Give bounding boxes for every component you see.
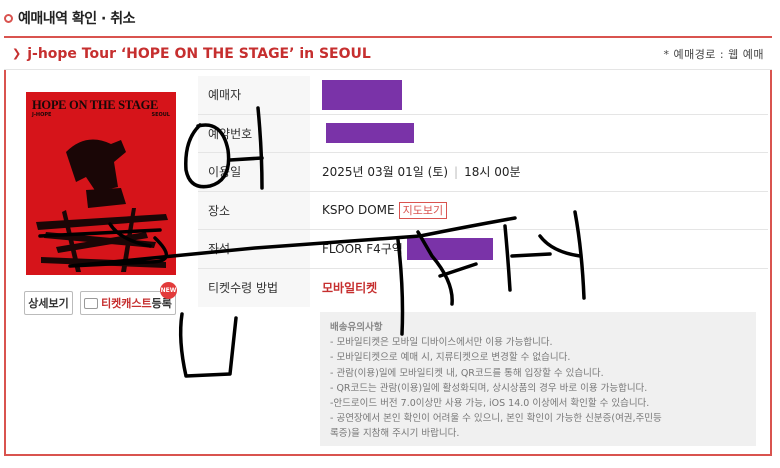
divider: | <box>454 164 459 179</box>
booking-route: * 예매경로 : 웹 예매 <box>663 47 764 61</box>
page-title: 예매내역 확인 · 취소 <box>4 6 135 30</box>
performance-time: 18시 00분 <box>464 165 521 180</box>
table-row: 이용일 2025년 03월 01일 (토) | 18시 00분 <box>198 153 768 192</box>
booking-info-table: 예매자 예약번호 이용일 2025년 03월 01일 (토) | 18시 00분… <box>198 76 768 307</box>
table-row: 티켓수령 방법 모바일티켓 <box>198 268 768 307</box>
performance-date: 2025년 03월 01일 (토) <box>322 165 449 180</box>
table-row: 예매자 <box>198 76 768 115</box>
chevron-right-icon: ❯ <box>12 47 22 60</box>
notice-item: -안드로이드 버전 7.0이상만 사용 가능, iOS 14.0 이상에서 확인… <box>330 398 650 410</box>
delivery-notice: 배송유의사항 - 모바일티켓은 모바일 디바이스에서만 이용 가능합니다. - … <box>320 312 756 446</box>
redacted-reservation-number <box>326 123 414 144</box>
venue-name: KSPO DOME <box>322 203 395 218</box>
poster-image: HOPE ON THE STAGE J-HOPE SEOUL <box>26 92 176 275</box>
row-label: 이용일 <box>198 153 310 191</box>
table-row: 예약번호 <box>198 114 768 153</box>
map-view-link[interactable]: 지도보기 <box>398 201 448 219</box>
row-label: 예약번호 <box>198 114 310 152</box>
notice-title: 배송유의사항 <box>330 322 383 333</box>
redacted-seat <box>406 237 493 260</box>
row-label: 티켓수령 방법 <box>198 268 310 307</box>
notice-item: - 모바일티켓으로 예매 시, 지류티켓으로 변경할 수 없습니다. <box>330 352 571 364</box>
notice-item: - 모바일티켓은 모바일 디바이스에서만 이용 가능합니다. <box>330 337 553 349</box>
performance-title: j-hope Tour ‘HOPE ON THE STAGE’ in SEOUL <box>27 45 371 62</box>
row-label: 예매자 <box>198 76 310 114</box>
notice-item: - 관람(이용)일에 모바일티켓 내, QR코드를 통해 입장할 수 있습니다. <box>330 367 604 379</box>
notice-item: - QR코드는 관람(이용)일에 활성화되며, 상시상품의 경우 바로 이용 가… <box>330 382 648 394</box>
ticketcast-icon <box>84 297 99 309</box>
seat-info: FLOOR F4구역 <box>322 242 403 257</box>
delivery-method: 모바일티켓 <box>322 281 378 296</box>
poster-artwork <box>36 139 168 272</box>
notice-item: - 공연장에서 본인 확인이 어려울 수 있으니, 본인 확인이 가능한 신분증… <box>330 413 662 425</box>
table-row: 장소 KSPO DOME 지도보기 <box>198 191 768 230</box>
new-badge: NEW <box>160 282 177 299</box>
table-row: 좌석 FLOOR F4구역 <box>198 230 768 269</box>
ticketcast-label: 티켓캐스트 <box>101 297 152 310</box>
redacted-name <box>322 79 402 110</box>
bullet-icon <box>4 13 13 23</box>
page-title-text: 예매내역 확인 · 취소 <box>18 11 135 27</box>
row-label: 장소 <box>198 191 310 229</box>
performance-title-bar: ❯ j-hope Tour ‘HOPE ON THE STAGE’ in SEO… <box>4 36 772 70</box>
row-label: 좌석 <box>198 230 310 268</box>
detail-button[interactable]: 상세보기 <box>24 291 73 315</box>
notice-item: 록증)을 지참해 주시기 바랍니다. <box>330 428 460 440</box>
